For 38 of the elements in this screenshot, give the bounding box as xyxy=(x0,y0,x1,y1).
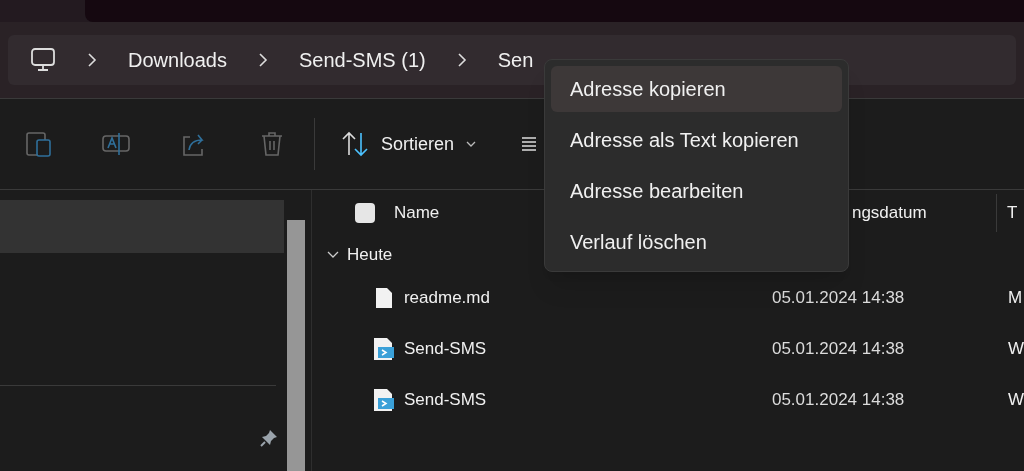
caret-icon xyxy=(466,141,477,147)
menu-item[interactable]: Adresse als Text kopieren xyxy=(551,117,842,163)
paste-icon[interactable] xyxy=(26,130,52,158)
file-name: Send-SMS xyxy=(403,388,488,411)
breadcrumb-item[interactable]: Sen xyxy=(497,45,534,75)
chevron-right-icon xyxy=(87,52,97,68)
script-file-icon xyxy=(372,336,395,361)
computer-icon xyxy=(30,47,56,73)
file-date: 05.01.2024 14:38 xyxy=(771,388,906,411)
breadcrumb-item[interactable]: Downloads xyxy=(128,45,227,75)
file-type: M xyxy=(1007,286,1023,309)
breadcrumb-item[interactable]: Send-SMS (1) xyxy=(298,45,426,75)
menu-item[interactable]: Adresse bearbeiten xyxy=(551,168,842,214)
file-row[interactable]: readme.md 05.01.2024 14:38 M xyxy=(311,272,1024,323)
sort-button[interactable]: Sortieren xyxy=(341,130,477,158)
view-icon[interactable] xyxy=(522,136,537,152)
select-all-checkbox[interactable] xyxy=(354,202,375,223)
menu-item[interactable]: Verlauf löschen xyxy=(551,219,842,265)
chevron-right-icon xyxy=(257,52,268,68)
sort-icon xyxy=(341,131,369,157)
file-date: 05.01.2024 14:38 xyxy=(771,337,906,360)
trash-icon[interactable] xyxy=(260,131,284,157)
file-row[interactable]: Send-SMS 05.01.2024 14:38 W xyxy=(311,374,1024,425)
file-type: W xyxy=(1007,388,1024,411)
column-header[interactable]: T xyxy=(1006,199,1018,226)
scrollbar-thumb[interactable] xyxy=(286,220,305,471)
file-row[interactable]: Send-SMS 05.01.2024 14:38 W xyxy=(311,323,1024,374)
rename-icon[interactable] xyxy=(102,131,130,157)
file-name: readme.md xyxy=(403,286,491,309)
file-icon xyxy=(374,286,393,309)
column-header[interactable]: ngsdatum xyxy=(851,199,998,226)
chevron-right-icon xyxy=(456,52,467,68)
file-type: W xyxy=(1007,337,1024,360)
menu-item[interactable]: Adresse kopieren xyxy=(551,66,842,112)
script-file-icon xyxy=(372,387,395,412)
file-date: 05.01.2024 14:38 xyxy=(771,286,906,309)
pin-icon xyxy=(259,429,278,447)
file-name: Send-SMS xyxy=(403,337,488,360)
